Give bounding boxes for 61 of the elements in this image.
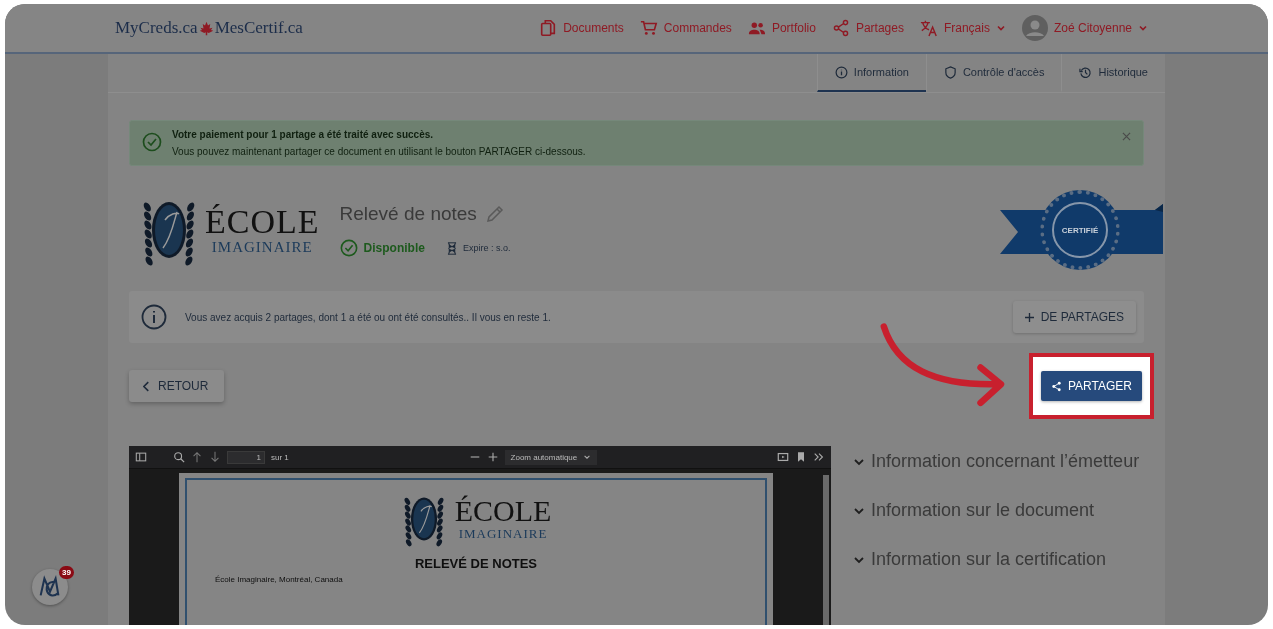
tab[interactable]: Historique <box>1061 54 1165 92</box>
chevron-left-icon <box>143 380 150 392</box>
avatar-icon <box>1021 15 1048 41</box>
accordion-header[interactable]: Information concernant l’émetteur <box>853 448 1143 475</box>
double-chevron-icon[interactable] <box>813 451 825 463</box>
alert-title: Votre paiement pour 1 partage a été traité avec succès. <box>172 129 435 140</box>
school-subtitle: IMAGINAIRE <box>458 526 548 542</box>
document-heading: RELEVÉ DE NOTES <box>414 556 538 571</box>
nav-link[interactable]: Portfolio <box>747 19 816 37</box>
logo-text[interactable]: MyCreds.ca <box>115 18 198 38</box>
translate-icon <box>919 19 938 37</box>
nav-link[interactable]: Commandes <box>639 19 732 37</box>
bookmark-icon[interactable] <box>795 451 807 463</box>
info-icon <box>141 304 167 330</box>
alert-message: Vous pouvez maintenant partager ce document en utilisant le bouton PARTAGER ci-dessous. <box>172 146 587 157</box>
tab[interactable]: Information <box>816 54 926 92</box>
history-icon <box>1079 65 1093 79</box>
back-button[interactable]: RETOUR <box>129 370 225 402</box>
documents-icon <box>539 19 558 37</box>
sidebar-toggle-icon[interactable] <box>135 451 147 463</box>
nav-link[interactable]: Partages <box>831 19 904 37</box>
page-total: sur 1 <box>271 452 289 462</box>
page-number-field[interactable]: 1 <box>227 450 265 464</box>
check-circle-icon <box>339 239 358 257</box>
presentation-icon[interactable] <box>777 451 789 463</box>
notification-badge: 39 <box>59 566 74 579</box>
nav-link[interactable]: Zoé Citoyenne <box>1021 15 1148 41</box>
zoom-in-icon[interactable] <box>486 451 499 463</box>
share-icon <box>831 19 850 37</box>
tab[interactable]: Contrôle d'accès <box>925 54 1062 92</box>
arrow-down-icon[interactable] <box>209 451 221 463</box>
zoom-dropdown[interactable]: Zoom automatique <box>504 449 598 465</box>
arrow-up-icon[interactable] <box>191 451 203 463</box>
nav-link[interactable]: Documents <box>539 19 624 37</box>
school-name: ÉCOLE <box>454 496 552 526</box>
info-icon <box>834 65 848 79</box>
school-address: École Imaginaire, Montréal, Canada <box>215 575 343 584</box>
share-button[interactable]: PARTAGER <box>1041 371 1142 401</box>
accordion-header[interactable]: Information sur la certification <box>853 546 1143 573</box>
search-icon[interactable] <box>173 451 185 463</box>
hourglass-icon <box>446 241 457 255</box>
cart-icon <box>639 19 658 37</box>
check-circle-icon <box>142 132 162 152</box>
status-label: Disponible <box>363 241 425 255</box>
nav-link[interactable]: Français <box>919 19 1006 37</box>
maple-leaf-icon <box>198 20 214 36</box>
more-shares-button[interactable]: DE PARTAGES <box>1012 301 1136 333</box>
close-icon[interactable] <box>1122 132 1131 141</box>
caret-icon <box>583 453 592 461</box>
accordion-header[interactable]: Information sur le document <box>853 497 1143 524</box>
scrollbar[interactable] <box>823 475 829 625</box>
document-title: Relevé de notes <box>339 203 477 225</box>
share-icon <box>1051 380 1062 392</box>
school-subtitle: IMAGINAIRE <box>211 238 313 256</box>
shield-icon <box>943 65 957 79</box>
expiry-text: Expire : s.o. <box>462 243 511 253</box>
plus-icon <box>1024 312 1034 322</box>
certified-seal: CERTIFIÉ <box>1040 190 1120 270</box>
info-message: Vous avez acquis 2 partages, dont 1 a été ou ont été consultés.. Il vous en reste 1. <box>185 311 552 323</box>
logo-text[interactable]: MesCertif.ca <box>214 18 303 38</box>
school-name: ÉCOLE <box>205 204 320 239</box>
